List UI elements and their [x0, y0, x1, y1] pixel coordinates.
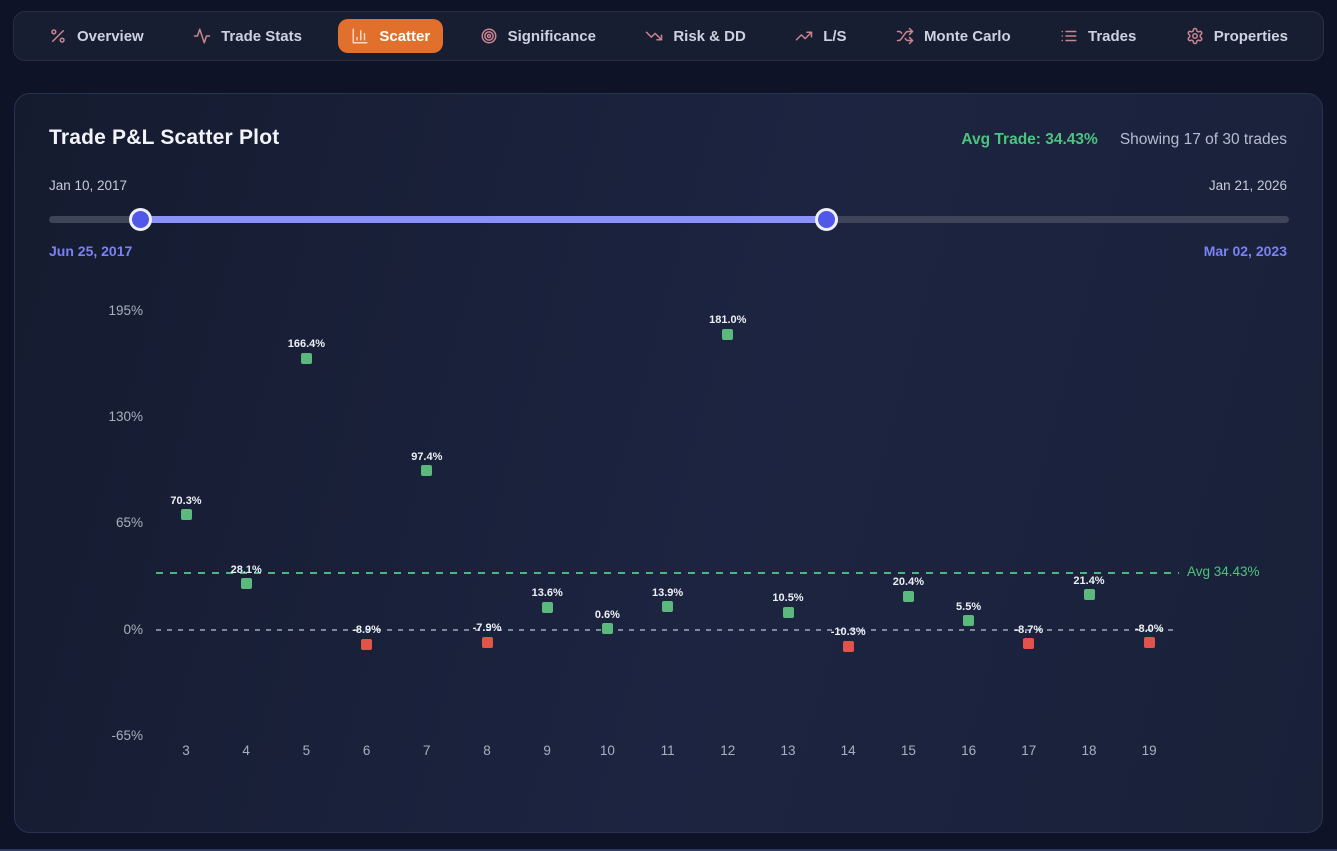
trade-point-label: 181.0%: [709, 314, 747, 327]
y-axis-tick: 0%: [123, 621, 143, 637]
trade-point-label: -8.7%: [1014, 623, 1044, 636]
x-axis-tick: 12: [720, 743, 736, 758]
y-axis-tick: -65%: [111, 727, 143, 743]
x-axis-tick: 14: [840, 743, 856, 758]
trade-point-label: 13.6%: [531, 587, 563, 600]
tab-trades[interactable]: Trades: [1047, 19, 1149, 53]
tab-properties[interactable]: Properties: [1173, 19, 1301, 53]
tab-label: Significance: [507, 27, 596, 45]
trade-point-label: 28.1%: [230, 563, 262, 576]
trade-point-loss[interactable]: [481, 636, 493, 648]
gear-icon: [1186, 27, 1204, 45]
trade-point-win[interactable]: [1083, 589, 1095, 601]
trade-point-win[interactable]: [963, 615, 975, 627]
trade-point-win[interactable]: [300, 352, 312, 364]
trade-point-win[interactable]: [601, 623, 613, 635]
x-axis-tick: 18: [1081, 743, 1097, 758]
trade-point-label: -10.3%: [830, 626, 866, 639]
x-axis-tick: 13: [780, 743, 796, 758]
trade-point-win[interactable]: [662, 601, 674, 613]
x-axis-tick: 6: [362, 743, 371, 758]
trade-point-label: 70.3%: [170, 494, 202, 507]
trade-point-win[interactable]: [421, 465, 433, 477]
activity-icon: [193, 27, 211, 45]
tab-monte-carlo[interactable]: Monte Carlo: [883, 19, 1024, 53]
x-axis-tick: 5: [302, 743, 311, 758]
x-axis-tick: 17: [1021, 743, 1037, 758]
scatter-chart: 195% 130% 65% 0% -65% Avg 34.43% 3 4 5 6 7 8 9 10 11 12…: [15, 94, 1322, 832]
trade-point-label: -8.0%: [1134, 622, 1164, 635]
trade-point-label: 166.4%: [287, 338, 326, 351]
tab-bar: Overview Trade Stats Scatter Significance Ri…: [13, 11, 1324, 61]
tab-label: Trades: [1087, 27, 1137, 45]
trade-point-label: 13.9%: [651, 586, 684, 599]
percent-icon: [49, 27, 67, 45]
tab-trade-stats[interactable]: Trade Stats: [180, 19, 315, 53]
x-axis-tick: 11: [660, 743, 675, 758]
trade-point-win[interactable]: [782, 606, 794, 618]
trending-down-icon: [645, 27, 663, 45]
shuffle-icon: [896, 27, 914, 45]
tab-scatter[interactable]: Scatter: [338, 19, 444, 53]
trade-point-label: -8.9%: [352, 624, 381, 636]
trade-point-label: 21.4%: [1073, 574, 1105, 587]
trade-point-win[interactable]: [240, 578, 252, 590]
trade-point-label: 0.6%: [594, 608, 620, 621]
tab-label: Scatter: [379, 27, 431, 45]
x-axis-tick: 9: [543, 743, 551, 758]
trade-point-label: 97.4%: [411, 450, 443, 463]
x-axis-tick: 4: [242, 743, 250, 758]
avg-line: [156, 572, 1179, 575]
tab-risk-dd[interactable]: Risk & DD: [632, 19, 759, 53]
x-axis-tick: 7: [423, 743, 431, 758]
tab-overview[interactable]: Overview: [36, 19, 157, 53]
tab-label: Overview: [77, 27, 144, 45]
bar-chart-icon: [351, 27, 369, 45]
trade-point-win[interactable]: [902, 590, 914, 602]
tab-significance[interactable]: Significance: [467, 19, 609, 53]
trade-point-label: 10.5%: [772, 592, 804, 605]
y-axis-tick: 195%: [108, 303, 143, 319]
trade-point-loss[interactable]: [1143, 637, 1155, 649]
scatter-panel: Trade P&L Scatter Plot Avg Trade: 34.43%…: [14, 93, 1323, 833]
trade-point-label: -7.9%: [472, 622, 502, 635]
tab-label: Properties: [1213, 27, 1288, 45]
trade-point-loss[interactable]: [842, 640, 854, 652]
tab-label: L/S: [823, 27, 847, 45]
app-root: { "nav": { "tabs": [ {"label": "Overview…: [0, 0, 1337, 851]
y-axis-tick: 130%: [108, 409, 143, 425]
trade-point-win[interactable]: [541, 601, 553, 613]
trade-point-label: 5.5%: [956, 600, 982, 613]
trade-point-win[interactable]: [180, 509, 192, 521]
target-icon: [480, 27, 498, 45]
trade-point-win[interactable]: [722, 328, 734, 340]
list-icon: [1060, 27, 1078, 45]
trade-point-loss[interactable]: [1023, 638, 1035, 650]
x-axis-tick: 16: [961, 743, 977, 758]
avg-line-label: Avg 34.43%: [1187, 564, 1260, 580]
x-axis-tick: 10: [599, 743, 615, 758]
tab-label: Risk & DD: [673, 27, 746, 45]
x-axis-tick: 19: [1141, 743, 1157, 758]
trade-point-label: 20.4%: [892, 576, 924, 589]
x-axis-tick: 3: [182, 743, 190, 758]
x-axis-tick: 15: [900, 743, 916, 758]
tab-label: Trade Stats: [221, 27, 302, 45]
tab-label: Monte Carlo: [923, 27, 1011, 45]
y-axis-tick: 65%: [115, 515, 143, 531]
trending-up-icon: [795, 27, 813, 45]
x-axis-tick: 8: [483, 743, 491, 758]
tab-l-s[interactable]: L/S: [782, 19, 859, 53]
trade-point-loss[interactable]: [361, 638, 373, 650]
